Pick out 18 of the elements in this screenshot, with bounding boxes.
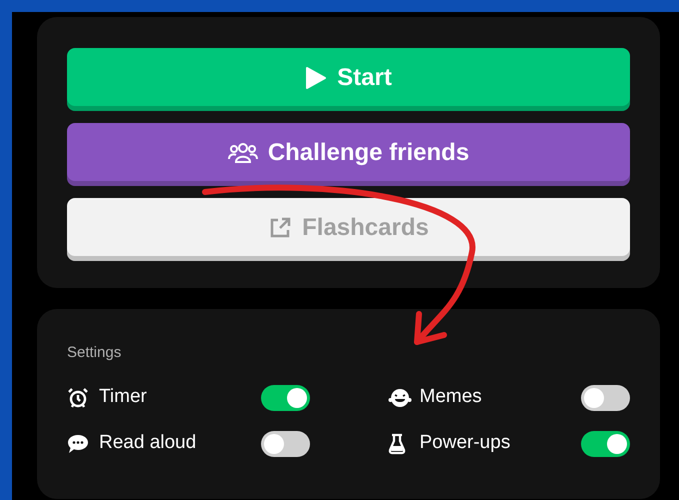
challenge-button[interactable]: Challenge friends	[67, 123, 630, 186]
toggle-switch[interactable]	[260, 430, 310, 456]
alarm-clock-icon	[67, 386, 89, 408]
setting-label: Memes	[420, 385, 483, 410]
external-link-icon	[268, 216, 292, 240]
setting-label: Power-ups	[420, 431, 512, 456]
flask-icon	[388, 432, 406, 454]
speech-bubble-icon	[67, 434, 89, 454]
start-button[interactable]: Start	[67, 48, 630, 111]
toggle-switch[interactable]	[260, 384, 310, 410]
setting-label: Timer	[99, 385, 148, 410]
play-icon	[305, 66, 328, 90]
setting-label: Read aloud	[99, 431, 198, 456]
settings-heading: Settings	[67, 343, 122, 363]
laughing-face-icon	[388, 386, 412, 408]
toggle-switch[interactable]	[581, 384, 630, 410]
users-icon	[228, 142, 258, 164]
toggle-switch[interactable]	[581, 430, 630, 456]
